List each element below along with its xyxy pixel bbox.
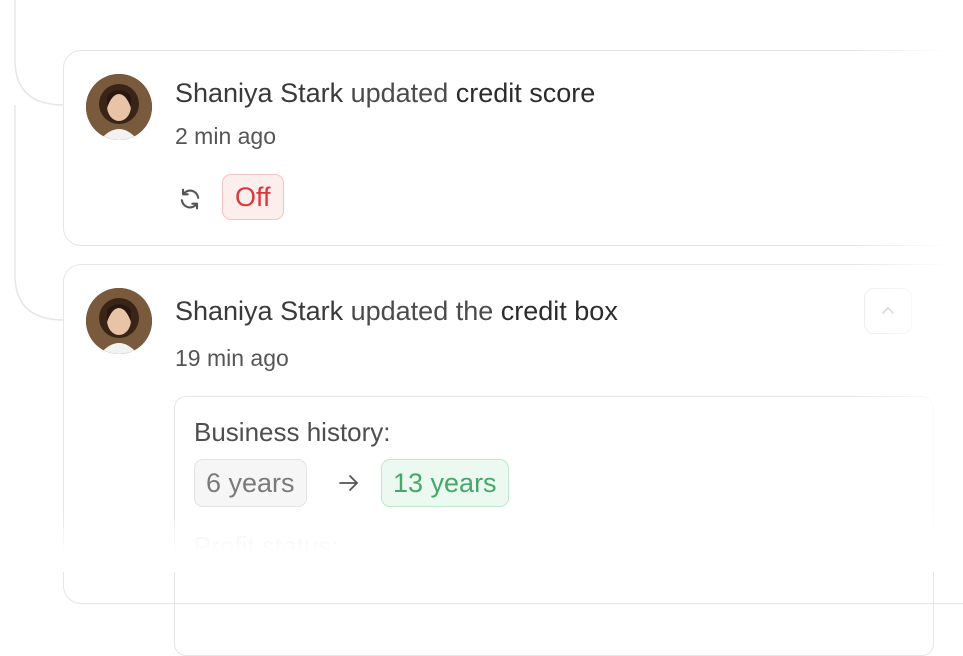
avatar[interactable]	[86, 288, 152, 354]
timeline-connector	[14, 0, 65, 321]
arrow-right-icon	[337, 472, 361, 494]
change-detail-box: Business history: 6 years 13 years Profi…	[174, 396, 934, 656]
timestamp: 19 min ago	[175, 345, 289, 371]
field-label: Profit status:	[194, 531, 339, 561]
activity-verb: updated	[350, 78, 449, 108]
activity-verb: updated the	[350, 296, 494, 326]
collapse-button[interactable]	[864, 288, 912, 334]
refresh-icon	[176, 185, 204, 213]
activity-target: credit box	[500, 296, 618, 326]
activity-target: credit score	[455, 78, 596, 108]
status-badge: Off	[222, 174, 284, 220]
timestamp: 2 min ago	[175, 123, 277, 149]
old-value-chip: 6 years	[194, 459, 307, 507]
chevron-up-icon	[882, 307, 894, 314]
activity-headline: Shaniya Stark updated credit score	[175, 78, 595, 109]
new-value-chip: 13 years	[381, 459, 509, 507]
actor-name[interactable]: Shaniya Stark	[175, 78, 343, 108]
field-label: Business history:	[194, 417, 391, 447]
activity-item: Shaniya Stark updated credit score 2 min…	[63, 50, 963, 246]
activity-headline: Shaniya Stark updated the credit box	[175, 296, 618, 327]
actor-name[interactable]: Shaniya Stark	[175, 296, 343, 326]
activity-item: Shaniya Stark updated the credit box 19 …	[63, 264, 963, 656]
avatar[interactable]	[86, 74, 152, 140]
